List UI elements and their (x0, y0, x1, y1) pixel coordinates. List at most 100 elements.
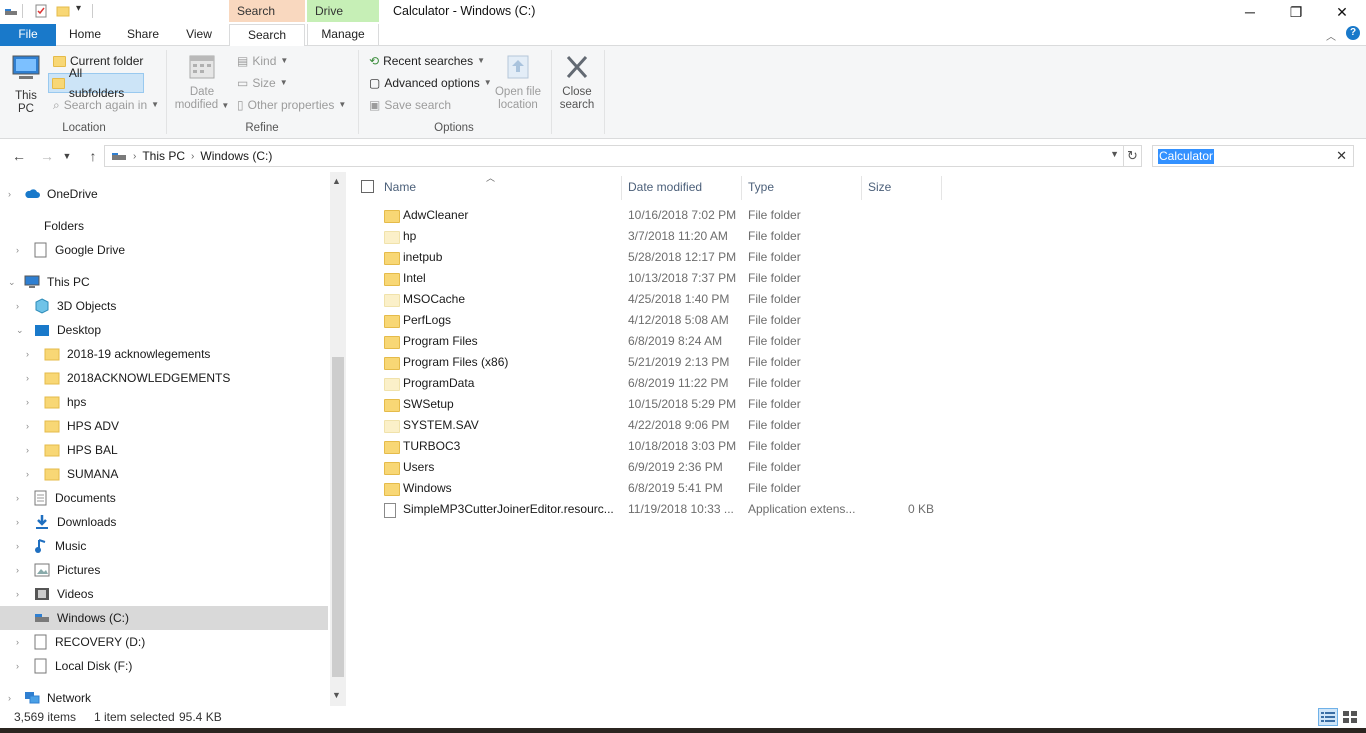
collapse-ribbon-icon[interactable]: ︿ (1326, 28, 1336, 43)
chevron-down-icon[interactable]: ⌄ (16, 325, 24, 336)
restore-button[interactable]: ❐ (1273, 0, 1319, 24)
address-bar[interactable]: › This PC › Windows (C:) ▼ (104, 145, 1124, 167)
chevron-right-icon[interactable]: › (16, 517, 19, 527)
advanced-options-button[interactable]: ▢ Advanced options ▼ (366, 73, 495, 93)
chevron-right-icon[interactable]: › (16, 565, 19, 575)
chevron-right-icon[interactable]: › (16, 541, 19, 551)
nav-item-videos[interactable]: Videos (34, 582, 93, 606)
file-row[interactable]: Users 6/9/2019 2:36 PM File folder (352, 457, 952, 478)
qa-customize-icon[interactable]: ▾ (76, 3, 81, 14)
forward-button[interactable]: → (36, 146, 58, 166)
size-button[interactable]: ▭ Size ▼ (234, 73, 291, 93)
tab-file[interactable]: File (0, 24, 56, 46)
chevron-right-icon[interactable]: › (26, 373, 29, 383)
back-button[interactable]: ← (8, 146, 30, 166)
tab-share[interactable]: Share (120, 24, 166, 46)
column-header-size[interactable]: Size (868, 176, 940, 198)
nav-item-documents[interactable]: Documents (34, 486, 116, 510)
nav-item-this-pc[interactable]: This PC (24, 270, 90, 294)
file-row[interactable]: PerfLogs 4/12/2018 5:08 AM File folder (352, 310, 952, 331)
nav-item-music[interactable]: Music (34, 534, 86, 558)
file-row[interactable]: AdwCleaner 10/16/2018 7:02 PM File folder (352, 205, 952, 226)
chevron-down-icon[interactable]: ⌄ (8, 277, 16, 288)
tab-manage[interactable]: Manage (307, 24, 379, 46)
breadcrumb-windows-c[interactable]: Windows (C:) (200, 149, 272, 163)
properties-icon[interactable] (34, 4, 48, 18)
new-folder-icon[interactable] (56, 4, 70, 18)
chevron-right-icon[interactable]: › (8, 189, 11, 199)
file-row[interactable]: SYSTEM.SAV 4/22/2018 9:06 PM File folder (352, 415, 952, 436)
clear-search-icon[interactable]: ✕ (1336, 148, 1347, 164)
chevron-right-icon[interactable]: › (16, 301, 19, 311)
nav-item-folders[interactable]: Folders (44, 214, 84, 238)
up-button[interactable]: ↑ (82, 146, 104, 166)
tab-search[interactable]: Search (229, 24, 305, 47)
chevron-right-icon[interactable]: › (16, 637, 19, 647)
nav-item-hps-adv[interactable]: HPS ADV (44, 414, 119, 438)
large-icons-view-button[interactable] (1340, 708, 1360, 726)
chevron-right-icon[interactable]: › (26, 421, 29, 431)
tab-home[interactable]: Home (60, 24, 110, 46)
chevron-right-icon[interactable]: › (16, 493, 19, 503)
file-row[interactable]: Windows 6/8/2019 5:41 PM File folder (352, 478, 952, 499)
chevron-right-icon[interactable]: › (8, 693, 11, 703)
scroll-up-icon[interactable]: ▲ (332, 176, 341, 186)
file-row[interactable]: MSOCache 4/25/2018 1:40 PM File folder (352, 289, 952, 310)
nav-scroll-thumb[interactable] (332, 357, 344, 677)
save-search-button[interactable]: ▣ Save search (366, 95, 454, 115)
chevron-right-icon[interactable]: › (26, 469, 29, 479)
file-row[interactable]: Program Files (x86) 5/21/2019 2:13 PM File… (352, 352, 952, 373)
address-dropdown-icon[interactable]: ▼ (1110, 149, 1119, 159)
kind-button[interactable]: ▤ Kind ▼ (234, 51, 291, 71)
column-header-date-modified[interactable]: Date modified (628, 176, 740, 198)
nav-item-google-drive[interactable]: Google Drive (34, 238, 125, 262)
chevron-right-icon[interactable]: › (16, 589, 19, 599)
close-search-button[interactable]: Close search (556, 52, 598, 112)
details-view-button[interactable] (1318, 708, 1338, 726)
all-subfolders-button[interactable]: All subfolders (48, 66, 144, 100)
column-separator[interactable] (941, 176, 942, 200)
nav-item-recovery-d[interactable]: RECOVERY (D:) (34, 630, 145, 654)
file-row[interactable]: TURBOC3 10/18/2018 3:03 PM File folder (352, 436, 952, 457)
nav-item-3d-objects[interactable]: 3D Objects (34, 294, 116, 318)
other-properties-button[interactable]: ▯ Other properties ▼ (234, 95, 349, 115)
scroll-down-icon[interactable]: ▼ (332, 690, 341, 700)
tab-view[interactable]: View (176, 24, 222, 46)
chevron-right-icon[interactable]: › (16, 245, 19, 255)
column-header-name[interactable]: Name (384, 176, 620, 198)
open-file-location-button[interactable]: Open file location (490, 52, 546, 112)
column-separator[interactable] (741, 176, 742, 200)
search-again-in-button[interactable]: ⌕ Search again in ▼ (50, 95, 162, 115)
search-box[interactable]: Calculator ✕ (1152, 145, 1354, 167)
column-separator[interactable] (861, 176, 862, 200)
nav-item-pictures[interactable]: Pictures (34, 558, 100, 582)
chevron-right-icon[interactable]: › (26, 445, 29, 455)
nav-item-hps-bal[interactable]: HPS BAL (44, 438, 118, 462)
file-row[interactable]: inetpub 5/28/2018 12:17 PM File folder (352, 247, 952, 268)
column-header-type[interactable]: Type (748, 176, 860, 198)
help-icon[interactable]: ? (1346, 26, 1360, 40)
chevron-right-icon[interactable]: › (26, 397, 29, 407)
refresh-button[interactable]: ↻ (1124, 145, 1142, 167)
nav-item-2018-19-acknowlegements[interactable]: 2018-19 acknowlegements (44, 342, 210, 366)
recent-locations-button[interactable]: ▼ (60, 146, 74, 166)
file-row[interactable]: ProgramData 6/8/2019 11:22 PM File folder (352, 373, 952, 394)
chevron-right-icon[interactable]: › (16, 661, 19, 671)
chevron-right-icon[interactable]: › (26, 349, 29, 359)
minimize-button[interactable]: ─ (1227, 0, 1273, 24)
nav-item-windows-c[interactable]: Windows (C:) (0, 606, 328, 630)
column-separator[interactable] (621, 176, 622, 200)
file-row[interactable]: Program Files 6/8/2019 8:24 AM File folder (352, 331, 952, 352)
select-all-checkbox[interactable] (361, 180, 374, 193)
close-button[interactable]: ✕ (1319, 0, 1365, 24)
recent-searches-button[interactable]: ⟲ Recent searches ▼ (366, 51, 488, 71)
file-row[interactable]: SWSetup 10/15/2018 5:29 PM File folder (352, 394, 952, 415)
nav-item-hps[interactable]: hps (44, 390, 86, 414)
nav-item-desktop[interactable]: Desktop (34, 318, 101, 342)
file-row[interactable]: Intel 10/13/2018 7:37 PM File folder (352, 268, 952, 289)
nav-item-downloads[interactable]: Downloads (34, 510, 116, 534)
drive-app-icon[interactable] (4, 4, 18, 18)
file-row[interactable]: SimpleMP3CutterJoinerEditor.resourc... 11… (352, 499, 952, 520)
file-row[interactable]: hp 3/7/2018 11:20 AM File folder (352, 226, 952, 247)
nav-item-local-disk-f[interactable]: Local Disk (F:) (34, 654, 132, 678)
